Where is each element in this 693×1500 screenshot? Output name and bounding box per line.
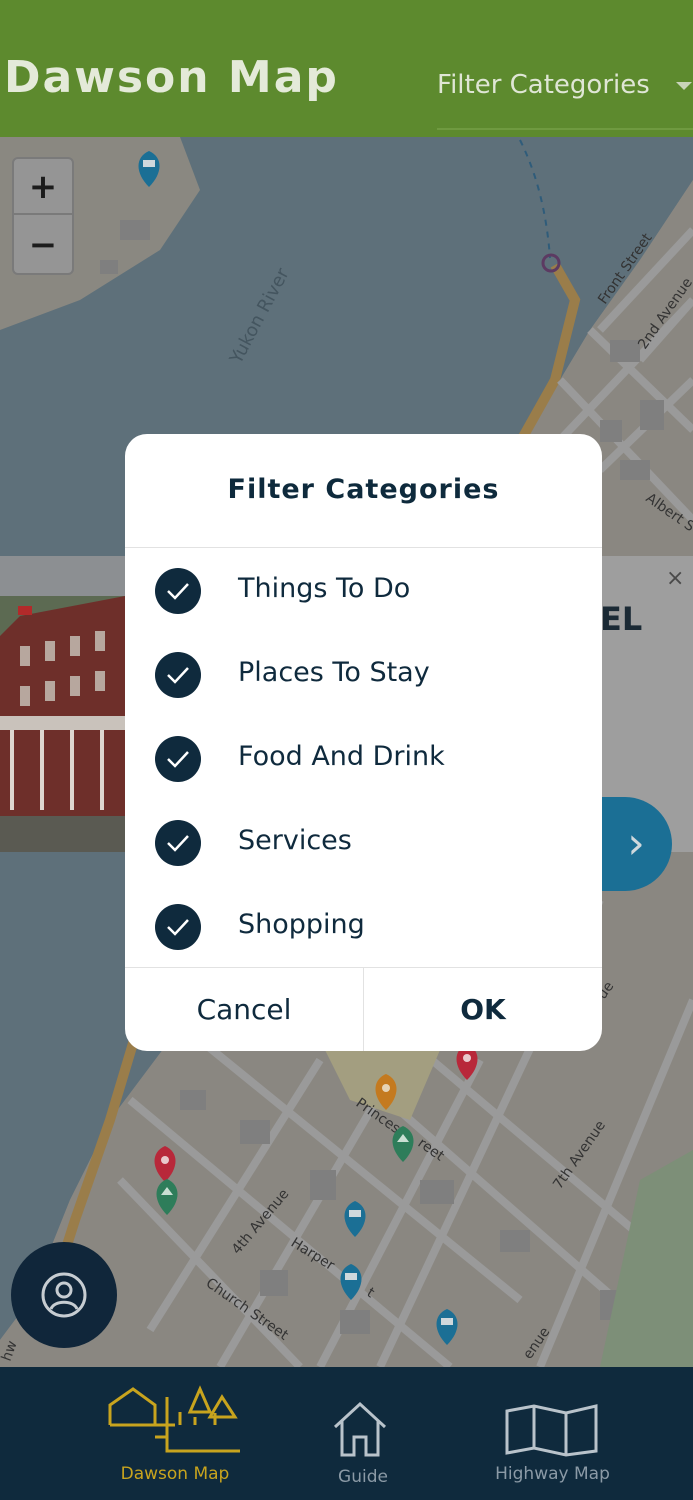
check-icon [167,835,189,852]
check-icon [167,751,189,768]
filter-categories-dropdown[interactable]: Filter Categories [437,70,650,100]
cancel-button[interactable]: Cancel [125,968,363,1051]
tab-guide[interactable]: Guide [308,1367,418,1500]
filter-option-services[interactable]: Services [125,800,602,884]
bottom-tab-bar: Dawson Map Guide Highway Map [0,1367,693,1500]
tab-label: Guide [338,1467,388,1487]
app-header: Dawson Map Filter Categories [0,0,693,137]
profile-button[interactable] [11,1242,117,1348]
close-icon[interactable]: × [666,566,684,591]
zoom-out-button[interactable]: − [14,217,72,273]
place-photo [0,556,125,852]
check-icon [167,583,189,600]
checkbox[interactable] [155,568,201,614]
checkbox[interactable] [155,652,201,698]
filter-option-food-and-drink[interactable]: Food And Drink [125,716,602,800]
check-icon [167,667,189,684]
chevron-down-icon[interactable] [676,82,692,90]
option-label: Places To Stay [238,657,430,688]
place-title: EL [600,600,643,638]
tab-dawson-map[interactable]: Dawson Map [105,1367,245,1500]
option-label: Food And Drink [238,741,445,772]
checkbox[interactable] [155,904,201,950]
user-icon [41,1272,87,1318]
town-icon [108,1385,240,1453]
check-icon [167,919,189,936]
tab-highway-map[interactable]: Highway Map [480,1367,625,1500]
page-title: Dawson Map [4,52,339,103]
zoom-control: + − [12,157,74,275]
dropdown-underline [437,128,693,130]
home-icon [333,1401,387,1457]
filter-option-things-to-do[interactable]: Things To Do [125,548,602,632]
ok-button[interactable]: OK [364,968,602,1051]
map-icon [505,1404,598,1457]
option-label: Things To Do [238,573,411,604]
option-label: Services [238,825,352,856]
zoom-in-button[interactable]: + [14,159,72,215]
checkbox[interactable] [155,736,201,782]
dialog-title: Filter Categories [227,474,500,505]
filter-option-places-to-stay[interactable]: Places To Stay [125,632,602,716]
filter-categories-dialog: Filter Categories Things To Do Places To… [125,434,602,1051]
filter-option-shopping[interactable]: Shopping [125,884,602,968]
tab-label: Highway Map [495,1464,610,1484]
checkbox[interactable] [155,820,201,866]
tab-label: Dawson Map [120,1464,230,1484]
option-label: Shopping [238,909,365,940]
